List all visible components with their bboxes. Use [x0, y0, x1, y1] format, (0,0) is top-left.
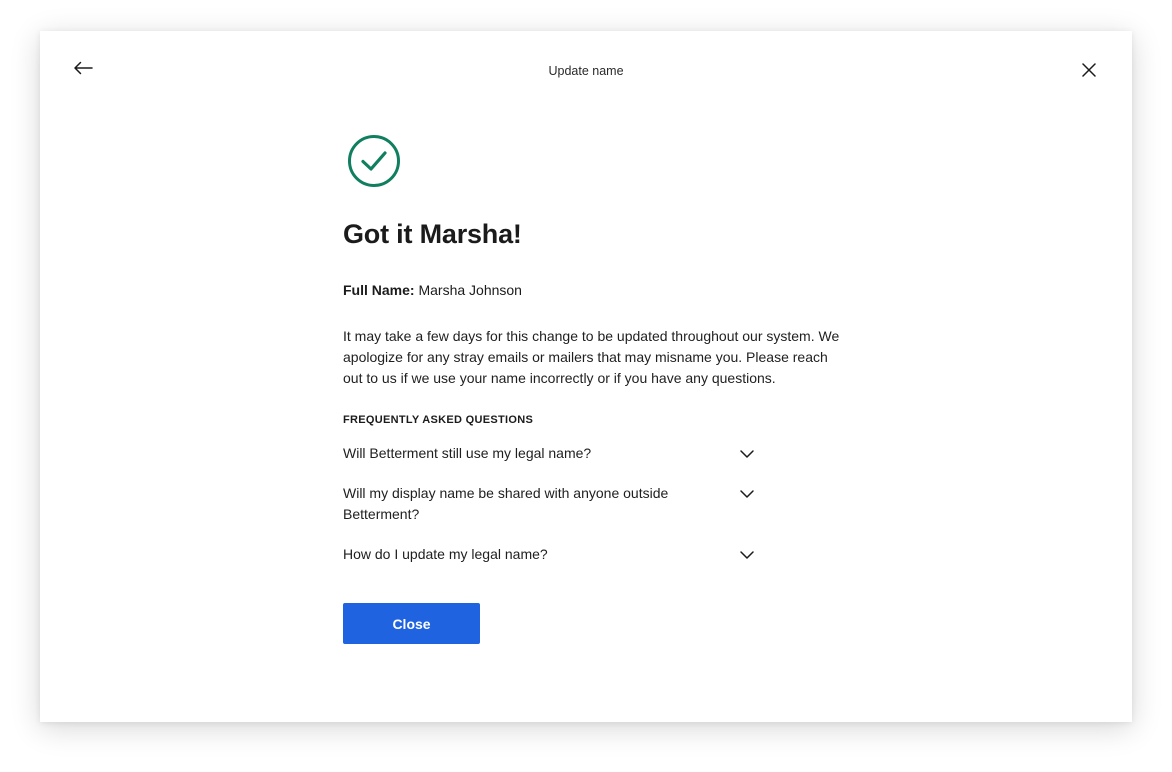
- faq-question: Will Betterment still use my legal name?: [343, 445, 592, 461]
- close-button[interactable]: Close: [343, 603, 480, 644]
- confirmation-content: Got it Marsha! Full Name: Marsha Johnson…: [343, 134, 863, 644]
- close-modal-button[interactable]: [1073, 54, 1105, 86]
- faq-item-legal-name[interactable]: Will Betterment still use my legal name?: [343, 443, 755, 464]
- faq-question: Will my display name be shared with anyo…: [343, 485, 669, 522]
- description-text: It may take a few days for this change t…: [343, 328, 840, 386]
- check-circle-icon: [348, 135, 400, 187]
- faq-heading: FREQUENTLY ASKED QUESTIONS: [343, 414, 534, 426]
- modal-title: Update name: [548, 64, 624, 78]
- close-icon: [1082, 63, 1096, 77]
- faq-item-display-name-shared[interactable]: Will my display name be shared with anyo…: [343, 483, 755, 525]
- chevron-down-icon: [740, 490, 754, 498]
- chevron-down-icon: [740, 551, 754, 559]
- faq-question: How do I update my legal name?: [343, 546, 548, 562]
- update-name-modal: Update name Got it Marsha! Full Name: Ma…: [40, 31, 1132, 722]
- chevron-down-icon: [740, 450, 754, 458]
- faq-list: Will Betterment still use my legal name?…: [343, 443, 755, 565]
- full-name-value: Marsha Johnson: [418, 282, 522, 298]
- faq-item-update-legal-name[interactable]: How do I update my legal name?: [343, 544, 755, 565]
- full-name-row: Full Name: Marsha Johnson: [343, 280, 863, 300]
- page-title: Got it Marsha!: [343, 219, 522, 249]
- full-name-label: Full Name:: [343, 282, 415, 298]
